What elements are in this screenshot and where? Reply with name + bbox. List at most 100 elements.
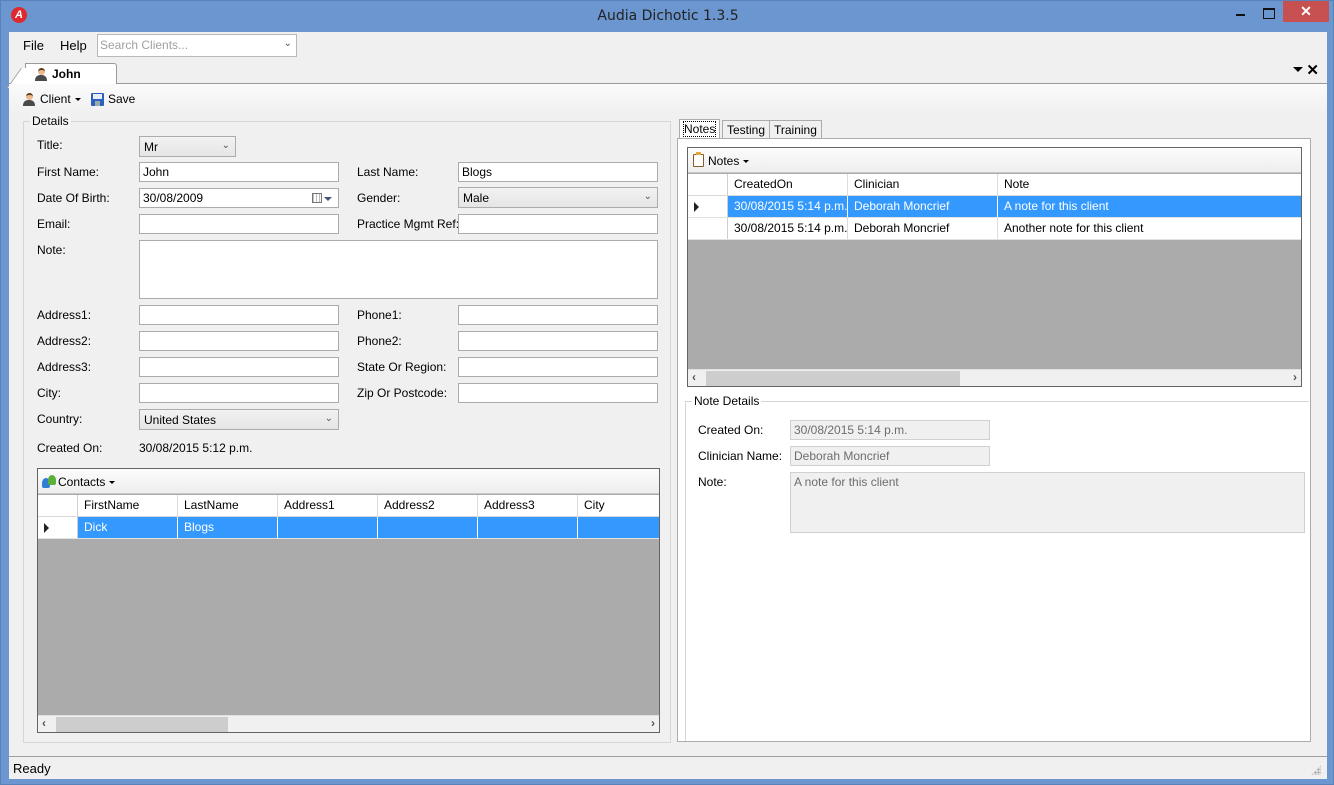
note-details-legend: Note Details	[692, 394, 762, 408]
minimize-button[interactable]	[1226, 1, 1256, 22]
phone2-field[interactable]	[458, 331, 658, 351]
contacts-horizontal-scrollbar[interactable]: ‹ ›	[38, 715, 659, 732]
note-textarea[interactable]	[139, 240, 658, 299]
row-selector[interactable]	[688, 196, 728, 217]
address3-field[interactable]	[139, 357, 339, 377]
column-header-address2[interactable]: Address2	[378, 495, 478, 516]
column-header-createdon[interactable]: CreatedOn	[728, 174, 848, 195]
details-legend: Details	[30, 114, 71, 128]
row-selector[interactable]	[688, 218, 728, 239]
tab-john-blogs[interactable]: John Blogs	[25, 63, 117, 101]
column-header-city[interactable]: City	[578, 495, 659, 516]
column-header-firstname[interactable]: FirstName	[78, 495, 178, 516]
tab-training[interactable]: Training	[769, 120, 822, 139]
row-header-corner	[38, 495, 78, 516]
column-header-address1[interactable]: Address1	[278, 495, 378, 516]
tab-notes[interactable]: Notes	[679, 119, 721, 139]
scroll-left-icon[interactable]: ‹	[42, 716, 46, 730]
tab-list-dropdown-icon[interactable]	[1293, 67, 1303, 72]
table-row[interactable]: 30/08/2015 5:14 p.m. Deborah Moncrief An…	[688, 218, 1301, 240]
column-header-lastname[interactable]: LastName	[178, 495, 278, 516]
note-created-on-field: 30/08/2015 5:14 p.m.	[790, 420, 990, 440]
cell-note[interactable]: A note for this client	[998, 196, 1301, 217]
search-clients-input[interactable]	[98, 35, 268, 55]
resize-grip-icon[interactable]	[1311, 765, 1321, 775]
cell-note[interactable]: Another note for this client	[998, 218, 1301, 239]
table-row[interactable]: 30/08/2015 5:14 p.m. Deborah Moncrief A …	[688, 196, 1301, 218]
cell-lastname[interactable]: Blogs	[178, 517, 278, 538]
row-selector[interactable]	[38, 517, 78, 538]
state-label: State Or Region:	[357, 360, 447, 374]
save-button[interactable]: Save	[91, 92, 135, 106]
status-text: Ready	[13, 761, 51, 776]
calendar-icon[interactable]	[312, 193, 322, 203]
cell-createdon[interactable]: 30/08/2015 5:14 p.m.	[728, 196, 848, 217]
title-select[interactable]: Mr ⌄	[139, 136, 236, 157]
zip-field[interactable]	[458, 383, 658, 403]
notes-horizontal-scrollbar[interactable]: ‹ ›	[688, 369, 1301, 386]
gender-select[interactable]: Male ⌄	[458, 187, 658, 208]
clipboard-icon	[693, 152, 704, 167]
close-tab-icon[interactable]: ✕	[1306, 61, 1319, 79]
row-header-corner	[688, 174, 728, 195]
cell-clinician[interactable]: Deborah Moncrief	[848, 196, 998, 217]
save-disk-icon	[91, 93, 104, 106]
caret-down-icon[interactable]	[324, 197, 332, 201]
practice-ref-field[interactable]	[458, 214, 658, 234]
note-details-group: Note Details Created On: 30/08/2015 5:14…	[685, 394, 1309, 741]
client-person-icon	[35, 68, 47, 81]
city-label: City:	[37, 386, 61, 400]
client-menu-button[interactable]: Client	[23, 92, 81, 106]
created-on-label: Created On:	[37, 441, 103, 455]
clinician-name-field: Deborah Moncrief	[790, 446, 990, 466]
notes-menu-button[interactable]: Notes	[708, 154, 750, 168]
column-header-clinician[interactable]: Clinician	[848, 174, 998, 195]
contacts-menu-button[interactable]: Contacts	[58, 475, 116, 489]
column-header-address3[interactable]: Address3	[478, 495, 578, 516]
chevron-down-icon[interactable]: ⌄	[284, 38, 292, 49]
window-client-area: File Help ⌄ John Blogs ✕ Client	[9, 32, 1327, 779]
document-tab-strip: John Blogs ✕	[9, 60, 1327, 101]
window-title: Audia Dichotic 1.3.5	[597, 8, 739, 24]
address2-field[interactable]	[139, 331, 339, 351]
email-field[interactable]	[139, 214, 339, 234]
dob-datepicker[interactable]: 30/08/2009	[139, 188, 339, 208]
scrollbar-thumb[interactable]	[706, 371, 960, 386]
maximize-button[interactable]	[1254, 1, 1284, 22]
phone1-field[interactable]	[458, 305, 658, 325]
scrollbar-thumb[interactable]	[56, 717, 228, 732]
notes-grid[interactable]: Notes CreatedOn Clinician Note 30/08/201…	[687, 147, 1302, 387]
last-name-field[interactable]: Blogs	[458, 162, 658, 182]
scroll-right-icon[interactable]: ›	[651, 716, 655, 730]
scroll-left-icon[interactable]: ‹	[692, 370, 696, 384]
scroll-right-icon[interactable]: ›	[1293, 370, 1297, 384]
search-clients-combo[interactable]: ⌄	[97, 34, 297, 57]
contacts-header-row: FirstName LastName Address1 Address2 Add…	[38, 495, 659, 517]
cell-address2[interactable]	[378, 517, 478, 538]
cell-clinician[interactable]: Deborah Moncrief	[848, 218, 998, 239]
caret-down-icon	[74, 98, 81, 102]
cell-address1[interactable]	[278, 517, 378, 538]
tab-testing[interactable]: Testing	[722, 120, 771, 139]
menu-help[interactable]: Help	[60, 38, 87, 53]
details-group: Details Title: Mr ⌄ First Name: John Last…	[23, 114, 671, 743]
table-row[interactable]: Dick Blogs	[38, 517, 659, 539]
menu-file[interactable]: File	[23, 38, 44, 53]
cell-address3[interactable]	[478, 517, 578, 538]
caret-down-icon	[743, 160, 750, 164]
close-window-button[interactable]: ✕	[1283, 1, 1329, 22]
country-select[interactable]: United States ⌄	[139, 409, 339, 430]
state-field[interactable]	[458, 357, 658, 377]
column-header-note[interactable]: Note	[998, 174, 1301, 195]
address1-field[interactable]	[139, 305, 339, 325]
city-field[interactable]	[139, 383, 339, 403]
chevron-down-icon: ⌄	[324, 413, 333, 424]
first-name-field[interactable]: John	[139, 162, 339, 182]
title-bar[interactable]: A Audia Dichotic 1.3.5 ✕	[1, 1, 1334, 32]
contacts-grid[interactable]: Contacts FirstName LastName Address1 Add…	[37, 468, 660, 733]
note-label: Note:	[37, 243, 66, 257]
cell-createdon[interactable]: 30/08/2015 5:14 p.m.	[728, 218, 848, 239]
tab-testing-label: Testing	[727, 123, 766, 137]
cell-city[interactable]	[578, 517, 659, 538]
cell-firstname[interactable]: Dick	[78, 517, 178, 538]
